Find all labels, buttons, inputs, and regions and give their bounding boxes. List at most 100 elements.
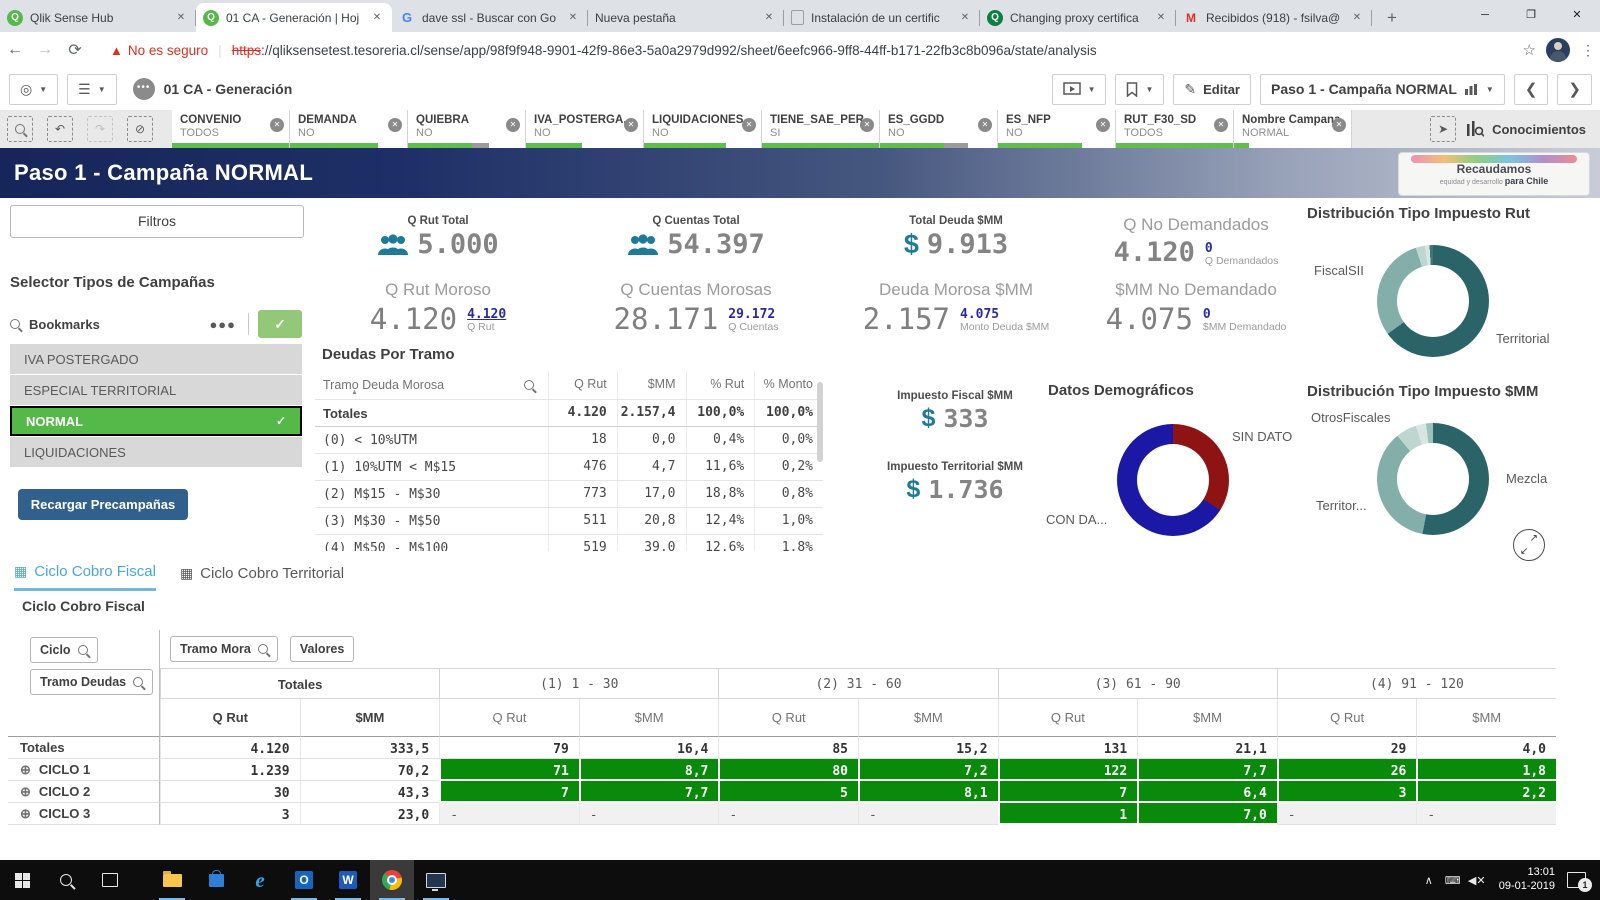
new-tab-button[interactable]: + — [1378, 4, 1406, 32]
browser-tab[interactable]: MRecibidos (918) - fsilva@✕ — [1176, 3, 1372, 32]
storytelling-button[interactable]: ▼ — [1052, 74, 1107, 105]
expand-plus-icon[interactable]: ⊕ — [20, 806, 31, 822]
filter-chip-tiene-sae-per-[interactable]: TIENE_SAE_PER...SI✕ — [762, 110, 880, 148]
chip-close-icon[interactable]: ✕ — [860, 118, 874, 132]
security-warning-icon[interactable]: ▲ — [110, 43, 123, 58]
redo-selection-button[interactable]: ↷ — [80, 110, 120, 148]
clear-selections-button[interactable]: ⊘ — [120, 110, 160, 148]
tab-close-icon[interactable]: ✕ — [957, 10, 973, 26]
filter-chip-quiebra[interactable]: QUIEBRANO✕ — [408, 110, 526, 148]
kpi--mm-no-demandado[interactable]: $MM No Demandado4.0750$MM Demandado — [1056, 280, 1336, 336]
network-icon[interactable]: ⌨ — [1443, 874, 1463, 887]
profile-avatar[interactable] — [1546, 38, 1570, 62]
chip-close-icon[interactable]: ✕ — [506, 118, 520, 132]
pivot-subheader[interactable]: $MM — [858, 699, 998, 737]
browser-tab[interactable]: Gdave ssl - Buscar con Go✕ — [392, 3, 588, 32]
browser-tab[interactable]: Nueva pestaña✕ — [588, 3, 784, 32]
filter-chip-es-nfp[interactable]: ES_NFPNO✕ — [998, 110, 1116, 148]
pivot-subheader[interactable]: $MM — [1137, 699, 1277, 737]
column-header-tramo[interactable]: Tramo Deuda Morosa▲ — [315, 378, 548, 392]
donut-chart[interactable] — [1377, 423, 1489, 535]
pivot-subheader[interactable]: Q Rut — [718, 699, 858, 737]
minimize-icon[interactable]: ─ — [1462, 0, 1508, 32]
dimension-cell[interactable]: (3) M$30 - M$50 — [315, 514, 548, 529]
selections-tool-icon[interactable]: ➤ — [1430, 116, 1456, 142]
campaign-item-normal[interactable]: NORMAL✓ — [10, 406, 302, 436]
filter-chip-liquidaciones[interactable]: LIQUIDACIONESNO✕ — [644, 110, 762, 148]
insights-button[interactable]: Conocimientos — [1466, 121, 1586, 137]
browser-tab[interactable]: QQlik Sense Hub✕ — [0, 3, 196, 32]
pivot-subheader[interactable]: $MM — [579, 699, 719, 737]
ciclo-cobro-pivot-table[interactable]: CicloTramo DeudasTramo MoraValoresTotale… — [8, 630, 1556, 836]
pivot-subheader[interactable]: Q Rut — [439, 699, 579, 737]
action-center-icon[interactable]: 1 — [1567, 872, 1586, 888]
tab-close-icon[interactable]: ✕ — [1153, 10, 1169, 26]
chip-close-icon[interactable]: ✕ — [1214, 118, 1228, 132]
expand-plus-icon[interactable]: ⊕ — [20, 784, 31, 800]
taskbar-search-button[interactable] — [44, 860, 88, 900]
bookmark-star-icon[interactable]: ☆ — [1523, 41, 1536, 59]
pivot-subheader[interactable]: $MM — [300, 699, 440, 737]
remote-desktop-button[interactable] — [414, 860, 458, 900]
chrome-button[interactable] — [370, 860, 414, 900]
internet-explorer-button[interactable]: e — [238, 860, 282, 900]
search-icon[interactable] — [258, 644, 268, 654]
fullscreen-toggle-button[interactable]: ↗ ↙ — [1513, 529, 1545, 561]
volume-muted-icon[interactable]: ◀✕ — [1467, 874, 1487, 887]
filter-chip-demanda[interactable]: DEMANDANO✕ — [290, 110, 408, 148]
chip-close-icon[interactable]: ✕ — [978, 118, 992, 132]
tab-close-icon[interactable]: ✕ — [761, 10, 777, 26]
kpi-impuesto-territorial[interactable]: Impuesto Territorial $MM $1.736 — [855, 461, 1055, 504]
campaign-item-iva-postergado[interactable]: IVA POSTERGADO — [10, 344, 302, 374]
maximize-icon[interactable]: ❐ — [1508, 0, 1554, 32]
chip-close-icon[interactable]: ✕ — [1332, 118, 1346, 132]
tab-close-icon[interactable]: ✕ — [565, 10, 581, 26]
filter-chip-rut-f30-sd[interactable]: RUT_F30_SDTODOS✕ — [1116, 110, 1234, 148]
table-row[interactable]: (2) M$15 - M$3077317,018,8%0,8% — [315, 481, 823, 508]
back-icon[interactable]: ← — [0, 41, 30, 59]
table-row[interactable]: (3) M$30 - M$5051120,812,4%1,0% — [315, 508, 823, 535]
sheet-list-button[interactable]: ☰ ▼ — [67, 74, 116, 105]
filter-chip-iva-posterga-[interactable]: IVA_POSTERGA...NO✕ — [526, 110, 644, 148]
tab-ciclo-cobro-fiscal[interactable]: ▦ Ciclo Cobro Fiscal — [14, 563, 156, 591]
kpi-impuesto-fiscal[interactable]: Impuesto Fiscal $MM $333 — [855, 390, 1055, 433]
more-options-icon[interactable]: ●●● — [209, 317, 236, 332]
task-view-button[interactable] — [88, 860, 132, 900]
donut-chart[interactable] — [1377, 245, 1489, 357]
sheet-title-button[interactable]: Paso 1 - Campaña NORMAL ▼ — [1260, 74, 1505, 105]
tray-expand-icon[interactable]: ∧ — [1419, 874, 1439, 887]
pivot-row-label[interactable]: ⊕CICLO 3 — [8, 803, 160, 825]
tab-close-icon[interactable]: ✕ — [369, 10, 385, 26]
column-header[interactable]: $MM — [617, 371, 686, 399]
campaign-item-liquidaciones[interactable]: LIQUIDACIONES — [10, 437, 302, 467]
pivot-subheader[interactable]: Q Rut — [1277, 699, 1417, 737]
search-icon[interactable] — [524, 380, 534, 390]
filtros-button[interactable]: Filtros — [10, 205, 304, 238]
pivot-row-label[interactable]: ⊕CICLO 1 — [8, 759, 160, 781]
dimension-cell[interactable]: (0) < 10%UTM — [315, 433, 548, 448]
chip-close-icon[interactable]: ✕ — [1096, 118, 1110, 132]
confirm-selection-button[interactable]: ✓ — [258, 310, 302, 338]
kpi-total-deuda-mm[interactable]: Total Deuda $MM$9.913 — [826, 215, 1086, 260]
search-icon[interactable] — [10, 319, 20, 329]
browser-tab[interactable]: Instalación de un certific✕ — [784, 3, 980, 32]
tab-close-icon[interactable]: ✕ — [1349, 10, 1365, 26]
undo-selection-button[interactable]: ↶ — [40, 110, 80, 148]
next-sheet-button[interactable]: ❯ — [1557, 74, 1592, 105]
forward-icon[interactable]: → — [30, 41, 60, 59]
kpi-q-cuentas-morosas[interactable]: Q Cuentas Morosas28.17129.172Q Cuentas — [556, 280, 836, 336]
security-warning-text[interactable]: No es seguro — [128, 43, 208, 58]
kpi-q-rut-moroso[interactable]: Q Rut Moroso4.1204.120Q Rut — [298, 280, 578, 336]
recargar-precampanas-button[interactable]: Recargar Precampañas — [18, 489, 188, 520]
dimension-chip-ciclo[interactable]: Ciclo — [30, 637, 98, 663]
prev-sheet-button[interactable]: ❮ — [1514, 74, 1549, 105]
expand-plus-icon[interactable]: ⊕ — [20, 762, 31, 778]
bookmarks-button[interactable]: ▼ — [1115, 74, 1164, 105]
kpi-deuda-morosa-mm[interactable]: Deuda Morosa $MM2.1574.075Monto Deuda $M… — [816, 280, 1096, 336]
dimension-cell[interactable]: (4) M$50 - M$100 — [315, 541, 548, 552]
browser-tab[interactable]: QChanging proxy certifica✕ — [980, 3, 1176, 32]
file-explorer-button[interactable] — [150, 860, 194, 900]
filter-chip-es-ggdd[interactable]: ES_GGDDNO✕ — [880, 110, 998, 148]
chart-distribuci-n-tipo-impuesto-rut[interactable]: Distribución Tipo Impuesto RutFiscalSIIT… — [1300, 198, 1560, 375]
table-row[interactable]: (0) < 10%UTM180,00,4%0,0% — [315, 427, 823, 454]
